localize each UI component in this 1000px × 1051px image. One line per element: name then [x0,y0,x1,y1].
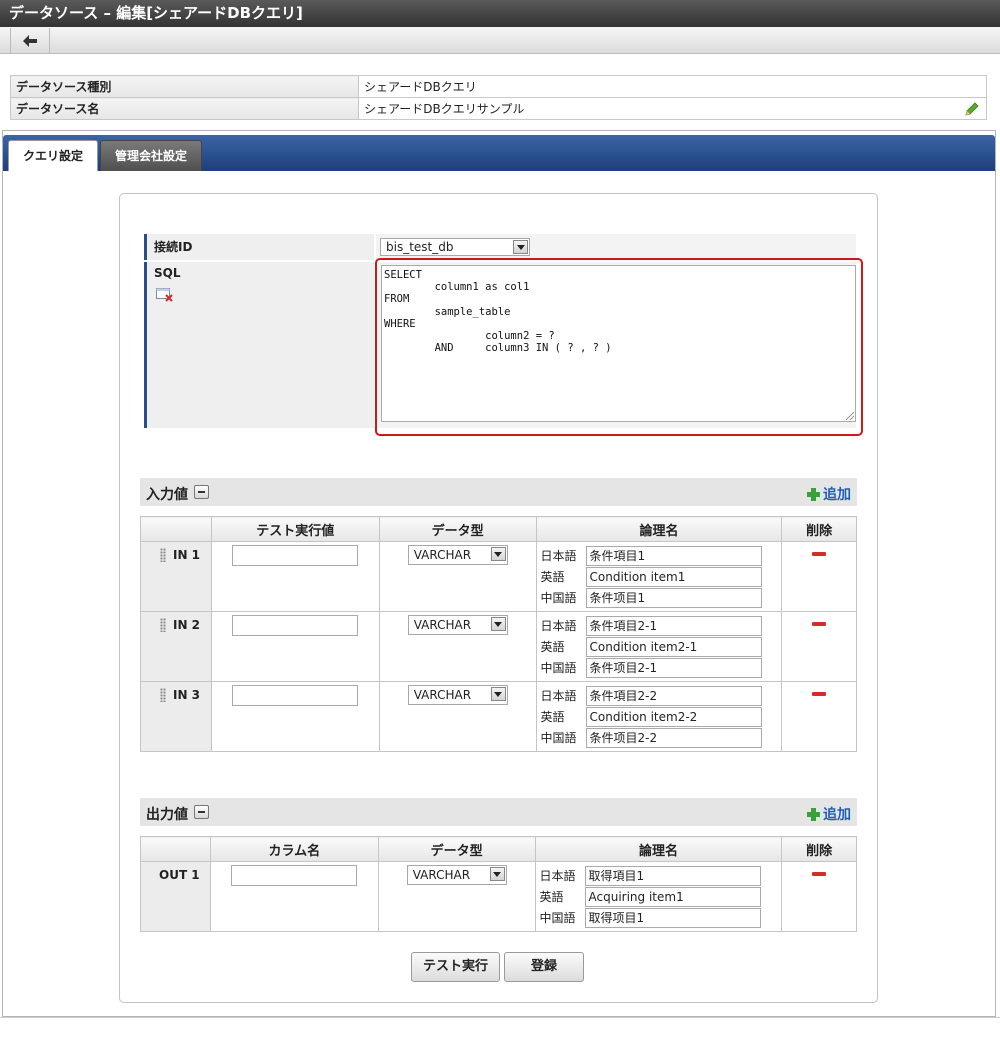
data-type-select[interactable]: VARCHAR [407,615,508,635]
add-output-button[interactable]: 追加 [807,804,851,824]
back-arrow-icon [23,34,37,47]
back-button[interactable] [10,28,50,53]
table-header: テスト実行値 データ型 論理名 削除 [140,516,857,542]
window-title: データソース – 編集[シェアードDBクエリ] [0,0,1000,27]
delete-row-icon[interactable] [812,692,827,696]
page-footer [0,1017,1000,1051]
tab-bar: クエリ設定 管理会社設定 [3,135,995,171]
data-type-select[interactable]: VARCHAR [407,545,508,565]
drag-handle-icon[interactable] [160,618,166,632]
input-values-table: テスト実行値 データ型 論理名 削除 IN 1 VARCHAR 日本語 条件項目1… [140,516,857,752]
column-header: 削除 [781,516,857,542]
data-type-select[interactable]: VARCHAR [406,865,507,885]
column-header: テスト実行値 [210,516,380,542]
column-header: データ型 [377,836,536,862]
logical-name-ja-input[interactable]: 条件項目2-2 [585,685,762,706]
test-value-input[interactable] [231,545,358,566]
info-row-name: データソース名 シェアードDBクエリサンプル [10,97,987,120]
drag-handle-icon[interactable] [160,548,166,562]
input-values-title: 入力値 [146,487,188,503]
chevron-down-icon [490,687,506,701]
output-values-table: カラム名 データ型 論理名 削除 OUT 1 VARCHAR 日本語 取得項目1 … [140,836,857,932]
plus-icon [807,807,820,821]
test-value-input[interactable] [231,615,358,636]
chevron-down-icon [490,547,506,561]
connection-id-select[interactable]: bis_test_db [380,238,530,256]
column-header: 論理名 [535,516,783,542]
info-row-type: データソース種別 シェアードDBクエリ [10,75,987,98]
chevron-down-icon [489,867,505,881]
output-values-title: 出力値 [146,807,188,823]
column-header: 論理名 [534,836,783,862]
table-header: カラム名 データ型 論理名 削除 [140,836,857,862]
logical-name-zh-input[interactable]: 条件项目2-1 [585,657,762,678]
logical-name-ja-input[interactable]: 取得項目1 [584,865,761,886]
test-value-input[interactable] [231,685,358,706]
logical-name-ja-input[interactable]: 条件項目2-1 [585,615,762,636]
logical-name-zh-input[interactable]: 条件项目1 [585,587,762,608]
input-values-header: 入力値 追加 [140,478,857,506]
add-input-button[interactable]: 追加 [807,484,851,504]
info-label: データソース名 [10,97,359,120]
column-header: 削除 [781,836,857,862]
column-header: カラム名 [209,836,379,862]
tab-company-settings[interactable]: 管理会社設定 [100,140,203,171]
logical-name-en-input[interactable]: Acquiring item1 [584,886,761,907]
delete-row-icon[interactable] [812,552,827,556]
collapse-icon[interactable] [194,485,209,499]
logical-name-en-input[interactable]: Condition item2-1 [585,636,762,657]
connection-id-label: 接続ID [144,234,374,260]
column-name-input[interactable] [230,865,357,886]
column-header: データ型 [378,516,537,542]
table-row: IN 3 VARCHAR 日本語 条件項目2-2 英語 Condition item… [140,681,857,752]
data-type-select[interactable]: VARCHAR [407,685,508,705]
info-value: シェアードDBクエリサンプル [364,102,525,116]
table-row: IN 2 VARCHAR 日本語 条件項目2-1 英語 Condition item… [140,611,857,682]
chevron-down-icon [490,617,506,631]
delete-row-icon[interactable] [812,622,827,626]
logical-name-zh-input[interactable]: 取得项目1 [584,907,761,928]
table-row: OUT 1 VARCHAR 日本語 取得項目1 英語 Acquiring item1… [140,861,857,932]
plus-icon [807,487,820,501]
toolbar [0,27,1000,54]
drag-handle-icon[interactable] [160,688,166,702]
edit-pencil-icon[interactable] [964,101,980,117]
logical-name-ja-input[interactable]: 条件項目1 [585,545,762,566]
clear-sql-icon[interactable] [156,288,174,302]
output-values-header: 出力値 追加 [140,798,857,826]
sql-highlight-frame [375,258,863,436]
collapse-icon[interactable] [194,805,209,819]
chevron-down-icon [513,240,528,254]
delete-row-icon[interactable] [812,872,827,876]
table-row: IN 1 VARCHAR 日本語 条件項目1 英語 Condition item1 … [140,541,857,612]
tab-query-settings[interactable]: クエリ設定 [8,140,99,171]
logical-name-en-input[interactable]: Condition item1 [585,566,762,587]
logical-name-zh-input[interactable]: 条件项目2-2 [585,727,762,748]
register-button[interactable]: 登録 [504,952,584,982]
sql-label: SQL [144,262,374,428]
test-run-button[interactable]: テスト実行 [411,952,500,982]
info-label: データソース種別 [10,75,359,98]
logical-name-en-input[interactable]: Condition item2-2 [585,706,762,727]
datasource-info-table: データソース種別 シェアードDBクエリ データソース名 シェアードDBクエリサン… [10,75,987,120]
info-value: シェアードDBクエリ [358,75,987,98]
